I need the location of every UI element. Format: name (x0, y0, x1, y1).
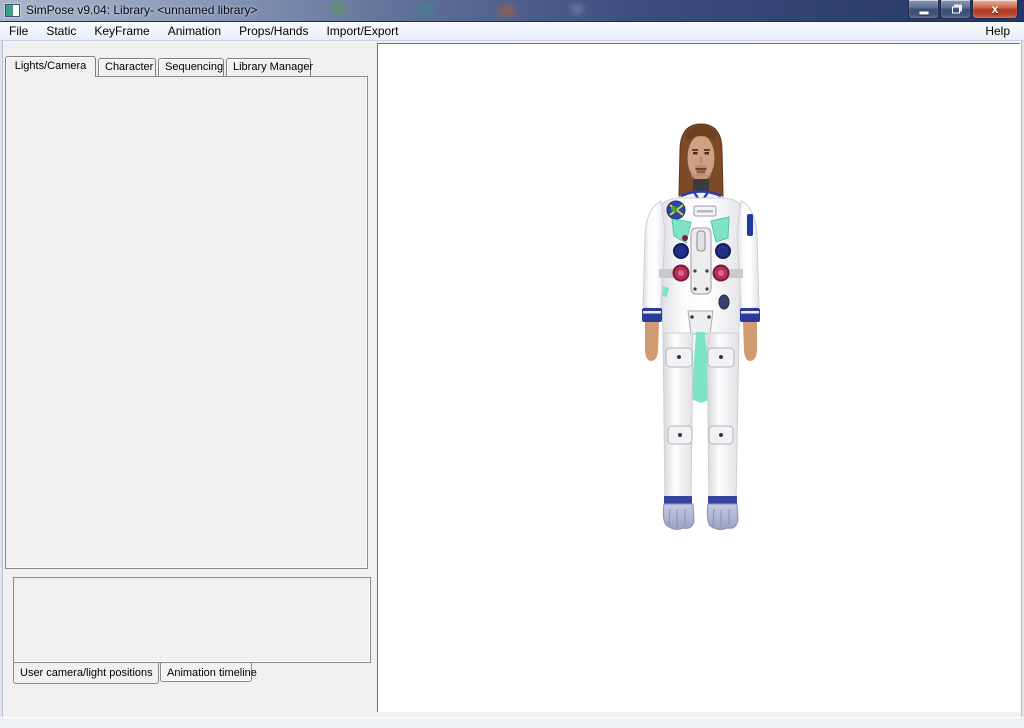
menu-import-export[interactable]: Import/Export (317, 23, 407, 39)
minimize-icon (919, 12, 928, 15)
window-title: SimPose v9.04: Library- <unnamed library… (26, 3, 257, 17)
menubar: File Static KeyFrame Animation Props/Han… (0, 22, 1024, 41)
tab-user-camera-light-positions[interactable]: User camera/light positions (13, 663, 159, 684)
menu-keyframe[interactable]: KeyFrame (85, 23, 158, 39)
character-figure (639, 119, 763, 533)
character-boot-left (663, 504, 694, 529)
menu-help[interactable]: Help (977, 23, 1018, 39)
tab-animation-timeline[interactable]: Animation timeline (160, 662, 252, 682)
minimize-button[interactable] (908, 0, 939, 19)
desktop-glare-orange (498, 4, 516, 17)
menu-props-hands[interactable]: Props/Hands (230, 23, 317, 39)
character-ankle-right (708, 496, 737, 504)
window-frame-left (0, 41, 3, 717)
restore-button[interactable] (940, 0, 971, 19)
menu-static[interactable]: Static (37, 23, 85, 39)
user-positions-panel (13, 577, 371, 663)
close-button[interactable]: x (972, 0, 1018, 19)
restore-icon (952, 7, 960, 14)
app-icon (5, 4, 20, 17)
desktop-glare-teal (418, 3, 434, 15)
tab-sequencing[interactable]: Sequencing (158, 58, 224, 76)
character-viewport[interactable] (377, 43, 1020, 712)
app-window: SimPose v9.04: Library- <unnamed library… (0, 0, 1024, 728)
tab-character[interactable]: Character (98, 58, 156, 76)
character-hand-left (645, 322, 659, 361)
desktop-glare-green (330, 2, 346, 16)
character-cuff-left (642, 308, 662, 322)
menu-file[interactable]: File (0, 23, 37, 39)
titlebar[interactable]: SimPose v9.04: Library- <unnamed library… (0, 0, 1024, 22)
window-frame-bottom (0, 717, 1024, 728)
tab-lights-camera[interactable]: Lights/Camera (5, 56, 96, 77)
character-boot-right (707, 504, 738, 530)
close-icon: x (992, 2, 999, 16)
lights-camera-panel (5, 76, 368, 569)
menu-animation[interactable]: Animation (159, 23, 230, 39)
character-hand-right (743, 322, 757, 361)
character-ankle-left (664, 496, 692, 504)
character-cuff-right (740, 308, 760, 322)
tab-library-manager[interactable]: Library Manager (226, 58, 311, 76)
desktop-glare-blue (570, 3, 584, 15)
